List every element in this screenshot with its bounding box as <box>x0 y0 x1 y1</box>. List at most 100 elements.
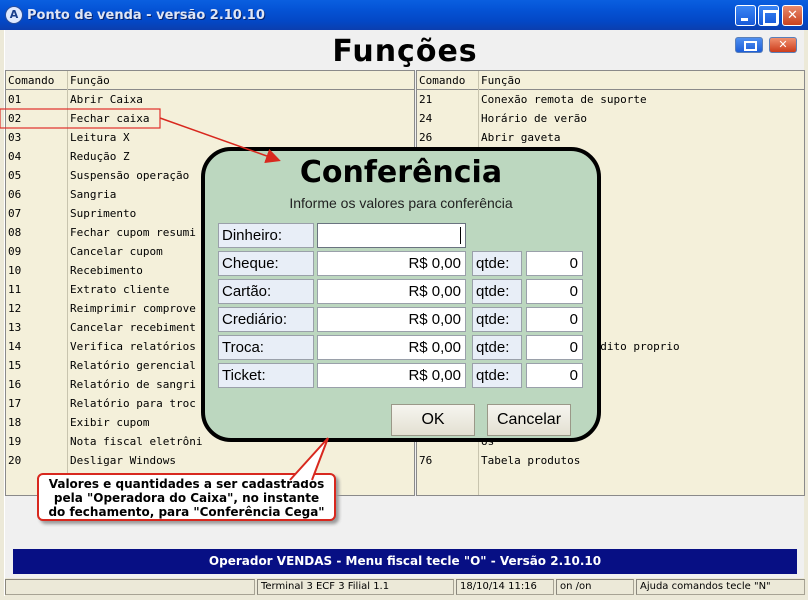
function-name: Suspensão operação <box>70 169 190 182</box>
amount-input[interactable]: R$ 0,00 <box>317 335 466 360</box>
function-name: Extrato cliente <box>70 283 170 296</box>
command-code: 14 <box>8 340 22 353</box>
qtde-input[interactable]: 0 <box>526 307 583 332</box>
dialog-subtitle: Informe os valores para conferência <box>289 195 513 211</box>
function-name: Verifica relatórios <box>70 340 196 353</box>
callout-line: do fechamento, para "Conferência Cega" <box>48 505 325 519</box>
amount-input[interactable] <box>317 223 466 248</box>
qtde-input[interactable]: 0 <box>526 251 583 276</box>
function-name: Abrir Caixa <box>70 93 143 106</box>
command-code: 18 <box>8 416 22 429</box>
inner-close-button[interactable]: ✕ <box>769 37 797 53</box>
qtde-label: qtde: <box>472 307 522 332</box>
function-name: Horário de verão <box>481 112 587 125</box>
function-name: Leitura X <box>70 131 130 144</box>
field-label: Dinheiro: <box>218 223 314 248</box>
minimize-button[interactable] <box>735 5 756 26</box>
function-name: Exibir cupom <box>70 416 150 429</box>
command-code: 02 <box>8 112 22 125</box>
amount-input[interactable]: R$ 0,00 <box>317 307 466 332</box>
field-label: Cheque: <box>218 251 314 276</box>
column-header-comando: Comando <box>419 74 466 87</box>
function-name: Relatório para troc <box>70 397 196 410</box>
status-cell-empty <box>5 579 255 595</box>
table-row[interactable]: 24 Horário de verão <box>417 109 804 128</box>
function-name: Desligar Windows <box>70 454 176 467</box>
function-name: Reimprimir comprove <box>70 302 196 315</box>
close-icon: ✕ <box>778 38 788 51</box>
operator-status-bar: Operador VENDAS - Menu fiscal tecle "O" … <box>13 549 797 574</box>
command-code: 13 <box>8 321 22 334</box>
command-code: 11 <box>8 283 22 296</box>
table-row[interactable]: 26 Abrir gaveta <box>417 128 804 147</box>
maximize-icon <box>759 6 778 25</box>
command-code: 20 <box>8 454 22 467</box>
minimize-icon <box>736 6 755 25</box>
restore-icon <box>736 38 762 52</box>
conferencia-dialog: Conferência Informe os valores para conf… <box>201 147 601 442</box>
window-titlebar[interactable]: A Ponto de venda - versão 2.10.10 ✕ <box>0 0 808 30</box>
function-name: Conexão remota de suporte <box>481 93 647 106</box>
function-name: Tabela produtos <box>481 454 581 467</box>
amount-input[interactable]: R$ 0,00 <box>317 251 466 276</box>
window-title: Ponto de venda - versão 2.10.10 <box>27 8 265 23</box>
table-row[interactable]: 21 Conexão remota de suporte <box>417 90 804 109</box>
table-row[interactable]: 20 Desligar Windows <box>6 451 414 470</box>
command-code: 01 <box>8 93 22 106</box>
ok-button[interactable]: OK <box>391 404 475 436</box>
command-code: 16 <box>8 378 22 391</box>
function-name: Cancelar recebiment <box>70 321 196 334</box>
dialog-title: Conferência <box>299 155 503 190</box>
function-name: Nota fiscal eletrôni <box>70 435 203 448</box>
command-code: 07 <box>8 207 22 220</box>
command-code: 08 <box>8 226 22 239</box>
command-code: 21 <box>419 93 433 106</box>
command-code: 06 <box>8 188 22 201</box>
qtde-input[interactable]: 0 <box>526 335 583 360</box>
function-name: Relatório gerencial <box>70 359 196 372</box>
column-header-funcao: Função <box>481 74 521 87</box>
command-code: 19 <box>8 435 22 448</box>
table-row[interactable]: 02 Fechar caixa <box>6 109 414 128</box>
qtde-label: qtde: <box>472 251 522 276</box>
status-online: on /on <box>556 579 634 595</box>
amount-input[interactable]: R$ 0,00 <box>317 363 466 388</box>
app-icon: A <box>5 6 23 24</box>
close-button[interactable]: ✕ <box>782 5 803 26</box>
amount-input[interactable]: R$ 0,00 <box>317 279 466 304</box>
function-name: Sangria <box>70 188 117 201</box>
function-name: Redução Z <box>70 150 130 163</box>
command-code: 15 <box>8 359 22 372</box>
qtde-input[interactable]: 0 <box>526 279 583 304</box>
qtde-input[interactable]: 0 <box>526 363 583 388</box>
field-label: Crediário: <box>218 307 314 332</box>
page-title: Funções <box>332 34 478 69</box>
command-code: 09 <box>8 245 22 258</box>
command-code: 26 <box>419 131 433 144</box>
function-name: Fechar cupom resumi <box>70 226 196 239</box>
function-name: Recebimento <box>70 264 143 277</box>
command-code: 03 <box>8 131 22 144</box>
field-label: Cartão: <box>218 279 314 304</box>
status-help: Ajuda comandos tecle "N" <box>636 579 805 595</box>
command-code: 76 <box>419 454 433 467</box>
cancel-button[interactable]: Cancelar <box>487 404 571 436</box>
command-code: 24 <box>419 112 433 125</box>
callout-line: pela "Operadora do Caixa", no instante <box>53 491 320 505</box>
function-name: Suprimento <box>70 207 137 220</box>
restore-button[interactable] <box>735 37 763 53</box>
qtde-label: qtde: <box>472 363 522 388</box>
annotation-callout: Valores e quantidades a ser cadastrados … <box>37 473 336 521</box>
command-code: 05 <box>8 169 22 182</box>
status-datetime: 18/10/14 11:16 <box>456 579 554 595</box>
maximize-button[interactable] <box>758 5 779 26</box>
table-row[interactable]: 76 Tabela produtos <box>417 451 804 470</box>
command-code: 12 <box>8 302 22 315</box>
command-code: 04 <box>8 150 22 163</box>
function-name: Cancelar cupom <box>70 245 163 258</box>
column-header-funcao: Função <box>70 74 110 87</box>
table-header: Comando Função <box>417 71 804 90</box>
table-row[interactable]: 01 Abrir Caixa <box>6 90 414 109</box>
field-label: Ticket: <box>218 363 314 388</box>
table-row[interactable]: 03 Leitura X <box>6 128 414 147</box>
